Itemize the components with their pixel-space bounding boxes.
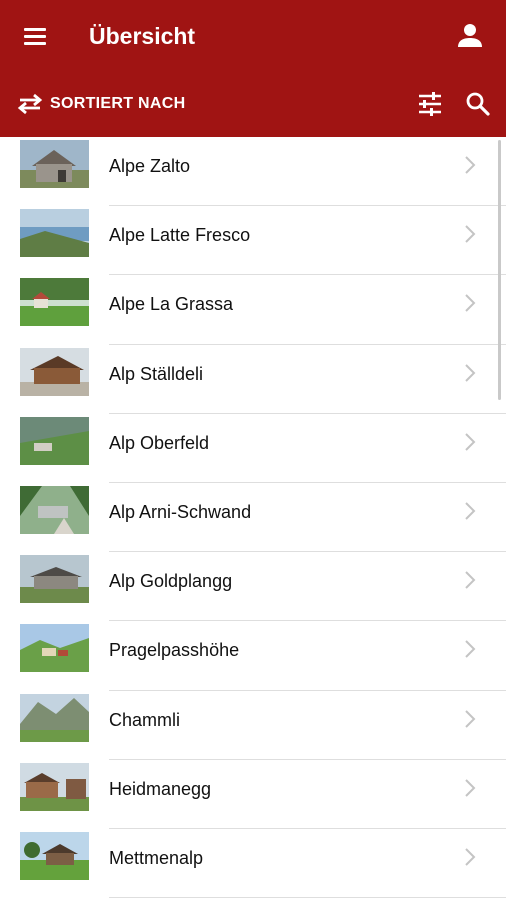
list-item[interactable]: Alp Ställdeli — [0, 345, 506, 414]
thumbnail-image — [20, 831, 89, 880]
chevron-right-icon — [465, 640, 476, 659]
list-item-label: Chammli — [109, 709, 181, 730]
chevron-right-icon — [465, 363, 476, 382]
sort-label: SORTIERT NACH — [50, 95, 186, 112]
list-item[interactable]: Pragelpasshöhe — [0, 621, 506, 691]
list-item[interactable]: Alp Oberfeld — [0, 414, 506, 483]
scrollbar[interactable] — [498, 140, 501, 400]
list-item-label: Mettmenalp — [109, 847, 204, 868]
list-item-label: Alp Goldplangg — [109, 571, 233, 592]
chevron-right-icon — [465, 778, 476, 797]
thumbnail-image — [20, 209, 89, 258]
menu-icon-line — [24, 28, 46, 31]
app-bar: Übersicht SORTIERT NACH — [0, 0, 506, 137]
chevron-right-icon — [465, 571, 476, 589]
list-item[interactable]: Mettmenalp — [0, 829, 506, 899]
thumbnail-image — [20, 762, 89, 811]
menu-button[interactable] — [18, 20, 52, 52]
list-item-label: Alpe Latte Fresco — [109, 225, 251, 246]
account-icon — [458, 24, 482, 47]
page-title: Übersicht — [89, 23, 196, 49]
thumbnail-image — [20, 555, 89, 604]
list-item-label: Alpe Zalto — [109, 156, 191, 176]
chevron-right-icon — [465, 294, 476, 313]
sort-toolbar: SORTIERT NACH — [0, 80, 506, 128]
sort-button[interactable]: SORTIERT NACH — [16, 84, 185, 124]
search-button[interactable] — [462, 86, 494, 122]
list-item[interactable]: Heidmanegg — [0, 760, 506, 829]
swap-icon — [17, 93, 43, 115]
tune-icon — [419, 92, 441, 116]
list-item[interactable]: Alpe La Grassa — [0, 275, 506, 345]
chevron-right-icon — [465, 709, 476, 728]
list-item-label: Alp Arni-Schwand — [109, 501, 252, 522]
chevron-right-icon — [465, 848, 476, 866]
thumbnail-image — [20, 347, 89, 396]
account-button[interactable] — [454, 20, 486, 52]
divider — [109, 897, 506, 899]
list-item[interactable]: Alpe Latte Fresco — [0, 206, 506, 276]
thumbnail-image — [20, 485, 89, 534]
list-item-label: Alpe La Grassa — [109, 294, 234, 315]
thumbnail-image — [20, 693, 89, 742]
list-item-label: Alp Ställdeli — [109, 363, 204, 384]
list-item[interactable]: Alp Goldplangg — [0, 552, 506, 622]
list-item-label: Heidmanegg — [109, 778, 212, 799]
chevron-right-icon — [465, 156, 476, 174]
search-icon — [466, 92, 490, 116]
thumbnail-image — [20, 278, 89, 327]
thumbnail-image — [20, 416, 89, 465]
chevron-right-icon — [465, 225, 476, 243]
filter-button[interactable] — [414, 86, 446, 122]
alp-list: Alpe Zalto Alpe Latte Fresco Alpe La Gra… — [0, 137, 506, 900]
list-item[interactable]: Alp Arni-Schwand — [0, 483, 506, 553]
menu-icon-line — [24, 35, 46, 38]
list-item-label: Alp Oberfeld — [109, 432, 210, 453]
thumbnail-image — [20, 140, 89, 188]
chevron-right-icon — [465, 433, 476, 451]
menu-icon-line — [24, 42, 46, 45]
thumbnail-image — [20, 624, 89, 673]
list-item[interactable]: Alpe Zalto — [0, 137, 506, 207]
list-item-label: Pragelpasshöhe — [109, 640, 240, 661]
list-item[interactable]: Chammli — [0, 691, 506, 760]
chevron-right-icon — [465, 502, 476, 520]
